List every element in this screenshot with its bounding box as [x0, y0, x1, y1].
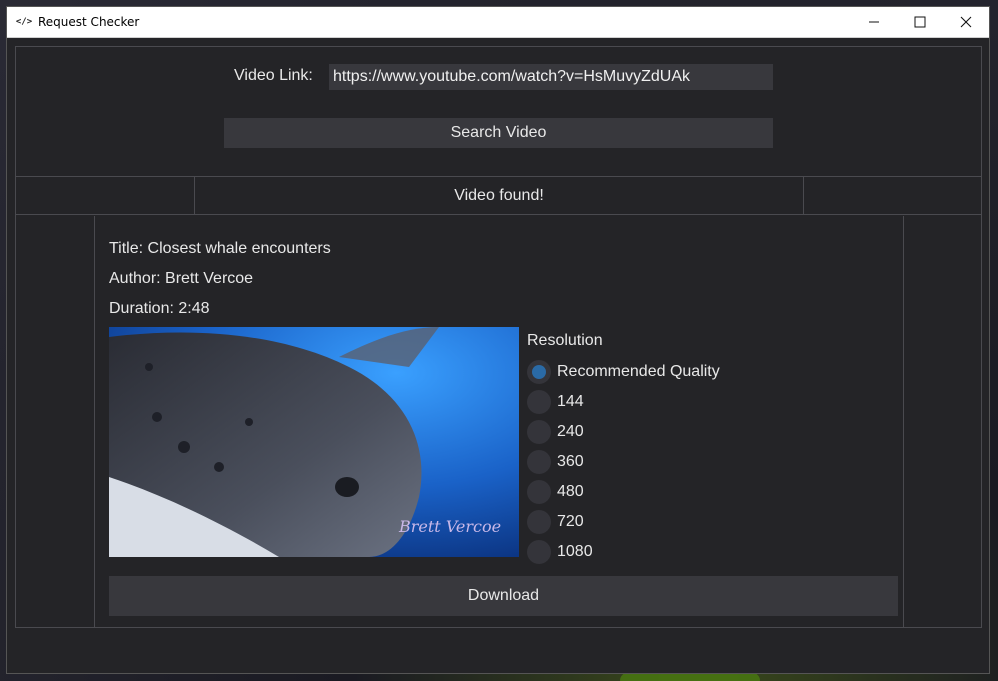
close-button[interactable] — [943, 7, 989, 38]
search-section: Video Link: https://www.youtube.com/watc… — [16, 47, 981, 177]
maximize-icon — [914, 16, 926, 28]
radio-label: 720 — [557, 513, 584, 530]
radio-label: 240 — [557, 423, 584, 440]
radio-1080[interactable]: 1080 — [527, 539, 593, 565]
thumbnail-watermark: Brett Vercoe — [398, 517, 501, 536]
radio-unselected-icon[interactable] — [527, 420, 551, 444]
video-author: Author: Brett Vercoe — [109, 270, 254, 287]
minimize-button[interactable] — [851, 7, 897, 38]
radio-unselected-icon[interactable] — [527, 510, 551, 534]
radio-144[interactable]: 144 — [527, 389, 584, 415]
video-link-label: Video Link: — [234, 67, 313, 84]
app-window: </> Request Checker Video Link: https://… — [6, 6, 990, 674]
main-content: Video Link: https://www.youtube.com/watc… — [15, 46, 982, 628]
video-thumbnail: Brett Vercoe — [109, 327, 519, 557]
radio-label: 1080 — [557, 543, 593, 560]
search-video-button[interactable]: Search Video — [224, 118, 773, 148]
minimize-icon — [869, 21, 879, 23]
radio-unselected-icon[interactable] — [527, 540, 551, 564]
status-section: Video found! — [16, 177, 981, 215]
download-button[interactable]: Download — [109, 576, 898, 616]
window-title: Request Checker — [38, 15, 140, 29]
video-duration: Duration: 2:48 — [109, 300, 210, 317]
radio-unselected-icon[interactable] — [527, 450, 551, 474]
radio-720[interactable]: 720 — [527, 509, 584, 535]
close-icon — [960, 16, 972, 28]
radio-480[interactable]: 480 — [527, 479, 584, 505]
radio-label: Recommended Quality — [557, 363, 720, 380]
radio-recommended-quality[interactable]: Recommended Quality — [527, 359, 720, 385]
code-icon: </> — [15, 17, 33, 27]
radio-label: 144 — [557, 393, 584, 410]
resolution-title: Resolution — [527, 332, 603, 349]
title-bar[interactable]: </> Request Checker — [7, 7, 989, 38]
whale-thumbnail-image: Brett Vercoe — [109, 327, 519, 557]
radio-unselected-icon[interactable] — [527, 480, 551, 504]
radio-label: 360 — [557, 453, 584, 470]
radio-unselected-icon[interactable] — [527, 390, 551, 414]
video-link-input[interactable]: https://www.youtube.com/watch?v=HsMuvyZd… — [329, 64, 773, 90]
video-details-section: Title: Closest whale encounters Author: … — [94, 216, 904, 628]
video-title: Title: Closest whale encounters — [109, 240, 331, 257]
radio-selected-icon[interactable] — [527, 360, 551, 384]
radio-label: 480 — [557, 483, 584, 500]
status-message: Video found! — [194, 177, 804, 214]
maximize-button[interactable] — [897, 7, 943, 38]
radio-360[interactable]: 360 — [527, 449, 584, 475]
radio-240[interactable]: 240 — [527, 419, 584, 445]
